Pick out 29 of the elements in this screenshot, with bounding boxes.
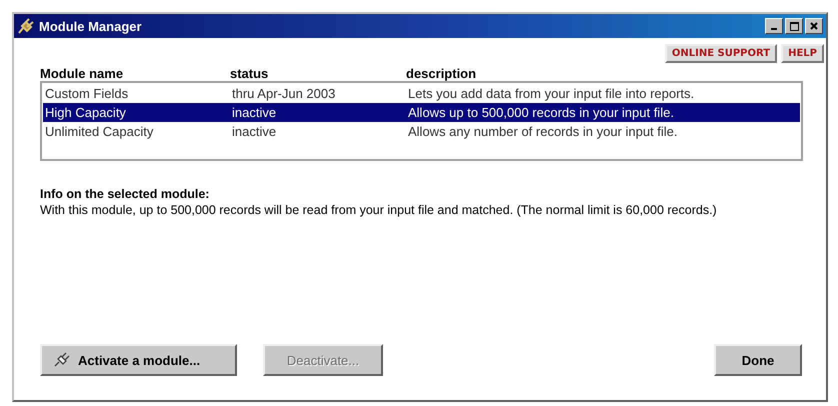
table-cell-text: Lets you add data from your input file into reports. xyxy=(408,86,696,101)
close-button[interactable] xyxy=(805,18,823,34)
info-text: With this module, up to 500,000 records will be read from your input file and matched. (The normal limit is 60,000 records.) xyxy=(40,202,718,219)
module-row[interactable]: High Capacity inactive Allows up to 500,000 records in your input file. xyxy=(43,103,800,122)
window-title: Module Manager xyxy=(39,18,143,34)
help-link-button[interactable]: ONLINE SUPPORT xyxy=(664,44,778,63)
table-cell-text: Allows up to 500,000 records in your input file. xyxy=(408,105,675,120)
help-link-button[interactable]: HELP xyxy=(781,44,824,63)
table-cell-text: thru Apr-Jun 2003 xyxy=(232,86,336,101)
column-header: description xyxy=(406,66,478,81)
close-icon xyxy=(810,22,818,30)
module-row[interactable]: Unlimited Capacity inactive Allows any number of records in your input file. xyxy=(43,122,800,141)
table-cell-text: Unlimited Capacity xyxy=(45,124,154,139)
done-button[interactable]: Done xyxy=(714,344,802,376)
info-heading: Info on the selected module: xyxy=(40,187,210,201)
plug-icon xyxy=(52,352,72,368)
table-cell-text: Allows any number of records in your input file. xyxy=(408,124,679,139)
module-row[interactable]: Custom Fields thru Apr-Jun 2003 Lets you add data from your input file into reports. xyxy=(43,84,800,103)
maximize-icon xyxy=(790,22,798,30)
column-header: Module name xyxy=(40,66,124,81)
table-cell-text: inactive xyxy=(232,105,278,120)
column-header: status xyxy=(230,66,270,81)
table-cell-text: Custom Fields xyxy=(45,86,130,101)
table-cell-text: inactive xyxy=(232,124,278,139)
maximize-button[interactable] xyxy=(785,18,803,34)
table-cell-text: High Capacity xyxy=(45,105,127,120)
plug-icon xyxy=(17,18,35,34)
activate-button[interactable]: Activate a module... xyxy=(40,344,237,376)
minimize-button[interactable] xyxy=(765,18,783,34)
